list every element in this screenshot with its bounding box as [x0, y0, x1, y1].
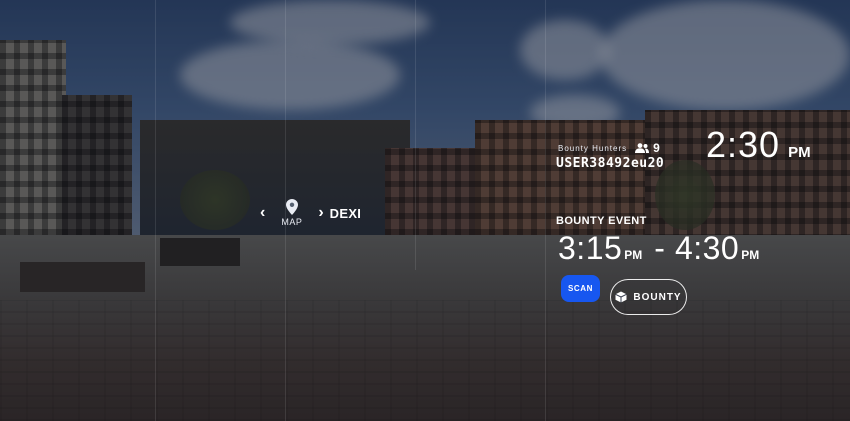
- hud-guide-line: [415, 0, 416, 270]
- hud-guide-line: [155, 0, 156, 421]
- event-end-time: 4:30: [674, 230, 740, 266]
- event-start-time: 3:15: [558, 230, 623, 266]
- clock-time: 2:30: [706, 124, 781, 165]
- bounty-button-label: BOUNTY: [633, 291, 682, 303]
- people-icon: [635, 143, 650, 153]
- event-time-separator: -: [654, 230, 665, 266]
- event-label: BOUNTY EVENT: [556, 215, 647, 227]
- group-count: 9: [653, 141, 660, 155]
- clock-period: PM: [788, 144, 811, 161]
- map-pin-icon: [285, 199, 298, 215]
- group-label: Bounty Hunters: [558, 143, 628, 153]
- event-end-period: PM: [741, 248, 760, 262]
- current-time: 2:30 PM: [706, 124, 811, 166]
- ar-camera-view: ‹ MAP › DEXI Bounty Hunters 9 USER38492e…: [0, 0, 850, 421]
- bounty-button[interactable]: BOUNTY: [610, 279, 687, 315]
- scene-dim-overlay: [0, 0, 850, 421]
- hud-guide-line: [545, 0, 546, 421]
- event-time-range: 3:15 PM - 4:30 PM: [558, 230, 759, 267]
- map-button[interactable]: MAP: [281, 199, 302, 227]
- cube-icon: [615, 291, 628, 303]
- chevron-left-icon[interactable]: ‹: [260, 205, 265, 221]
- destination-label[interactable]: DEXI: [330, 206, 362, 221]
- username: USER38492eu20: [556, 156, 665, 171]
- map-navigator: ‹ MAP › DEXI: [260, 196, 361, 230]
- event-start-period: PM: [624, 248, 643, 262]
- map-label: MAP: [281, 217, 303, 227]
- scan-button[interactable]: SCAN: [561, 275, 600, 302]
- group-status: Bounty Hunters 9: [558, 141, 660, 155]
- chevron-right-icon[interactable]: ›: [318, 205, 323, 221]
